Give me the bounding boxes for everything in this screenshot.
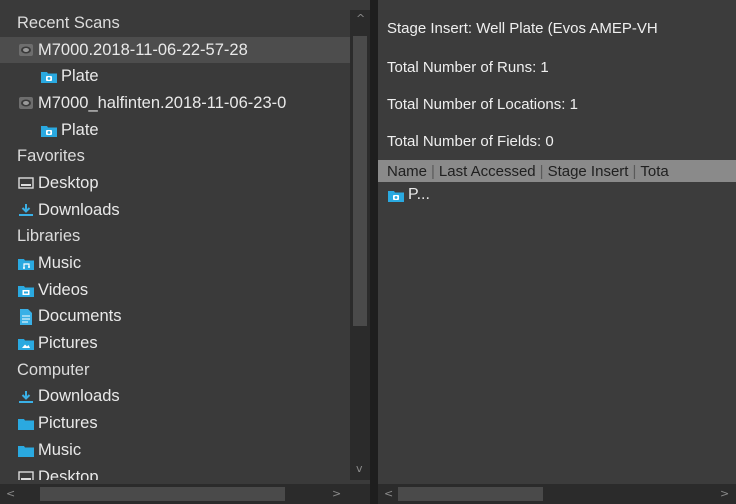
scroll-left-arrow[interactable]: < [6,487,15,500]
tree-item[interactable]: Downloads [0,384,350,411]
total-locations-text: Total Number of Locations: 1 [387,96,578,113]
tree-item[interactable]: M7000.2018-11-06-22-57-28 [0,36,350,64]
tree-item-label: Music [38,440,82,459]
list-item-label: P... [408,186,430,203]
tree-item-label: Desktop [38,173,99,192]
tree-item[interactable]: Plate [0,63,350,90]
navigation-pane: Recent Scans M7000.2018-11-06-22-57-28 Pla… [0,0,370,504]
tree-item-label: M7000_halfinten.2018-11-06-23-0 [38,93,287,112]
tree-item-label: Plate [61,120,99,139]
scroll-right-arrow[interactable]: > [720,487,729,500]
plate-folder-icon [40,69,58,85]
music-folder-icon [17,256,35,272]
desktop-icon [17,175,35,191]
tree-horizontal-scrollbar[interactable]: < > [0,484,350,504]
tree-item-label: Documents [38,307,122,326]
plate-folder-icon [40,122,58,138]
tree-item[interactable]: Downloads [0,197,350,224]
tree-item[interactable]: Videos [0,277,350,304]
tree-item[interactable]: Desktop [0,170,350,197]
folder-icon [17,442,35,458]
tree-item[interactable]: Plate [0,117,350,144]
folder-tree: Recent Scans M7000.2018-11-06-22-57-28 Pla… [0,10,350,480]
tree-section-favorites[interactable]: Favorites [0,143,350,170]
tree-item[interactable]: Desktop [0,464,350,480]
tree-item-label: Pictures [38,334,98,353]
folder-icon [17,416,35,432]
downloads-icon [17,389,35,405]
column-total[interactable]: Tota [640,163,668,180]
scrollbar-corner [350,484,370,504]
tree-horizontal-scroll-thumb[interactable] [40,487,285,501]
tree-item-label: Downloads [38,387,120,406]
scanner-icon [17,95,35,111]
column-stage-insert[interactable]: Stage Insert [548,163,629,180]
tree-item[interactable]: Music [0,437,350,464]
tree-section-computer[interactable]: Computer [0,357,350,384]
column-name[interactable]: Name [387,163,427,180]
tree-item[interactable]: M7000_halfinten.2018-11-06-23-0 [0,90,350,117]
documents-icon [17,308,35,325]
scroll-up-arrow[interactable]: ^ [356,12,365,25]
file-list: Name | Last Accessed | Stage Insert | To… [378,160,736,484]
tree-vertical-scrollbar[interactable]: ^ v [350,10,370,480]
tree-item[interactable]: Documents [0,304,350,331]
tree-item[interactable]: Pictures [0,330,350,357]
pictures-folder-icon [17,336,35,352]
scroll-right-arrow[interactable]: > [332,487,341,500]
total-fields-text: Total Number of Fields: 0 [387,133,554,150]
tree-item-label: Pictures [38,414,98,433]
column-last-accessed[interactable]: Last Accessed [439,163,536,180]
tree-item-label: M7000.2018-11-06-22-57-28 [38,40,248,59]
tree-item-label: Downloads [38,200,120,219]
scroll-down-arrow[interactable]: v [356,462,363,475]
videos-folder-icon [17,282,35,298]
downloads-icon [17,202,35,218]
tree-item-label: Videos [38,280,89,299]
tree-item[interactable]: Pictures [0,410,350,437]
tree-item-label: Desktop [38,467,99,480]
stage-insert-text: Stage Insert: Well Plate (Evos AMEP-VH [387,20,658,37]
list-horizontal-scroll-thumb[interactable] [398,487,543,501]
list-item[interactable]: P... [387,186,430,204]
scanner-icon [17,42,35,58]
tree-item-label: Plate [61,67,99,86]
plate-folder-icon [387,187,405,203]
total-runs-text: Total Number of Runs: 1 [387,59,549,76]
tree-section-libraries[interactable]: Libraries [0,224,350,251]
details-pane: Stage Insert: Well Plate (Evos AMEP-VH T… [378,0,736,504]
tree-vertical-scroll-thumb[interactable] [353,36,367,326]
desktop-icon [17,469,35,480]
list-horizontal-scrollbar[interactable]: < > [378,484,736,504]
tree-item-label: Music [38,254,82,273]
tree-section-recent-scans[interactable]: Recent Scans [0,10,350,37]
list-column-header: Name | Last Accessed | Stage Insert | To… [378,160,736,182]
pane-splitter[interactable] [370,0,378,504]
scroll-left-arrow[interactable]: < [384,487,393,500]
tree-item[interactable]: Music [0,250,350,277]
